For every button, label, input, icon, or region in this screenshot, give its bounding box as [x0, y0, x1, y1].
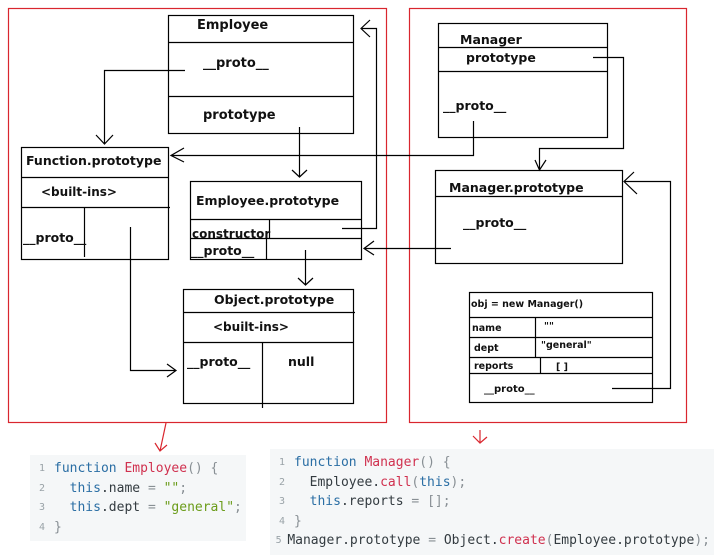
object-prototype-proto-label: __proto__ — [187, 354, 251, 370]
constructor-to-employee — [342, 19, 378, 230]
line-number: 2 — [38, 482, 46, 494]
obj-proto-label: __proto__ — [484, 384, 535, 395]
line-number: 4 — [278, 515, 286, 527]
manager-prototype-proto-label: __proto__ — [463, 215, 527, 231]
object-prototype-builtins: <built-ins> — [213, 320, 289, 334]
function-prototype-proto-to-object-prototype — [129, 227, 178, 378]
code-token: .dept — [100, 500, 148, 515]
obj-proto-to-manager-prototype — [612, 171, 672, 390]
employee-prototype-proto-to-object-prototype — [297, 250, 314, 286]
code-token: () { — [419, 455, 451, 470]
function-prototype-proto-label: __proto__ — [23, 230, 87, 246]
code-token: ); — [450, 474, 467, 490]
employee-title: Employee — [197, 18, 268, 33]
code-token: = — [147, 500, 164, 515]
code-token: ; — [234, 500, 242, 515]
line-number: 5 — [275, 535, 282, 546]
manager-prototype-link — [534, 56, 625, 172]
code-token: Manager — [364, 455, 420, 470]
manager-prototype-title: Manager.prototype — [449, 180, 584, 195]
obj-row-value: "" — [544, 321, 554, 332]
code-line: 4} — [30, 518, 242, 538]
code-line: 4} — [270, 512, 710, 532]
line-number: 3 — [38, 502, 46, 513]
line-number: 2 — [278, 476, 286, 488]
code-token: Employee. — [294, 474, 381, 490]
line-number: 3 — [278, 496, 286, 507]
employee-code-arrow — [154, 422, 168, 452]
code-token: ; — [179, 480, 188, 496]
line-number: 4 — [38, 521, 46, 533]
code-token: Object. — [443, 533, 499, 548]
manager-title: Manager — [460, 32, 523, 47]
code-token: = — [147, 480, 164, 496]
code-token: "general" — [163, 500, 235, 515]
code-line: 5 Manager.prototype = Object.create(Emplo… — [270, 531, 710, 551]
line-number: 1 — [38, 463, 46, 474]
line-number: 1 — [278, 457, 286, 468]
code-token: = — [428, 533, 444, 548]
code-token: this — [294, 494, 341, 509]
code-token: } — [54, 519, 62, 535]
employee-code-snippet: 1 function Employee() {2 this.name = ""; 3… — [30, 455, 246, 541]
code-token: Employee.prototype — [553, 533, 695, 548]
code-token: create — [498, 533, 546, 548]
function-prototype-title: Function.prototype — [26, 153, 161, 168]
manager-prototype-proto-to-employee-prototype — [362, 240, 451, 256]
code-line: 2 this.name = ""; — [30, 479, 242, 499]
code-token: () { — [187, 461, 219, 476]
employee-prototype-label: prototype — [203, 108, 276, 123]
code-token: call — [380, 474, 412, 490]
code-token: function — [294, 455, 365, 470]
code-line: 3 this.reports = []; — [270, 492, 710, 512]
code-token: "" — [163, 480, 180, 496]
manager-group-border — [408, 7, 688, 424]
obj-row-key: name — [472, 323, 502, 334]
code-token: ); — [694, 533, 710, 548]
code-token: function — [54, 461, 125, 476]
code-token: = []; — [411, 494, 451, 509]
obj-row-key: dept — [474, 343, 499, 354]
code-token: .reports — [340, 494, 412, 509]
code-line: 2 Employee.call(this); — [270, 473, 710, 493]
code-line: 1 function Manager() { — [270, 453, 710, 473]
obj-instance-title: obj = new Manager() — [471, 299, 583, 310]
object-prototype-proto-value: null — [288, 354, 314, 369]
code-token: this — [419, 474, 451, 490]
object-prototype-title: Object.prototype — [214, 292, 334, 307]
employee-prototype-link — [291, 127, 308, 178]
obj-row-key: reports — [474, 361, 514, 372]
code-line: 3 this.dept = "general"; — [30, 498, 242, 518]
code-token: Manager.prototype — [287, 533, 429, 548]
code-token: Employee — [124, 461, 188, 476]
code-token: this — [54, 500, 101, 515]
employee-prototype-proto-label: __proto__ — [191, 243, 255, 259]
obj-row-value: [ ] — [556, 362, 568, 373]
function-prototype-builtins: <built-ins> — [41, 185, 117, 199]
employee-prototype-constructor-label: constructor — [192, 227, 270, 241]
obj-row-value: "general" — [541, 340, 592, 351]
code-line: 1 function Employee() { — [30, 459, 242, 479]
code-token: } — [294, 513, 302, 529]
employee-prototype-title: Employee.prototype — [196, 193, 339, 208]
manager-prototype-label: prototype — [466, 50, 536, 65]
manager-proto-label: __proto__ — [443, 98, 507, 114]
employee-proto-label: __proto__ — [203, 56, 269, 71]
code-token: .name — [100, 480, 148, 496]
manager-code-snippet: 1 function Manager() { 2 Employee.call(thi… — [270, 449, 714, 555]
code-token: this — [54, 480, 101, 496]
manager-code-arrow — [472, 430, 488, 444]
manager-proto-to-function-prototype — [169, 121, 475, 163]
